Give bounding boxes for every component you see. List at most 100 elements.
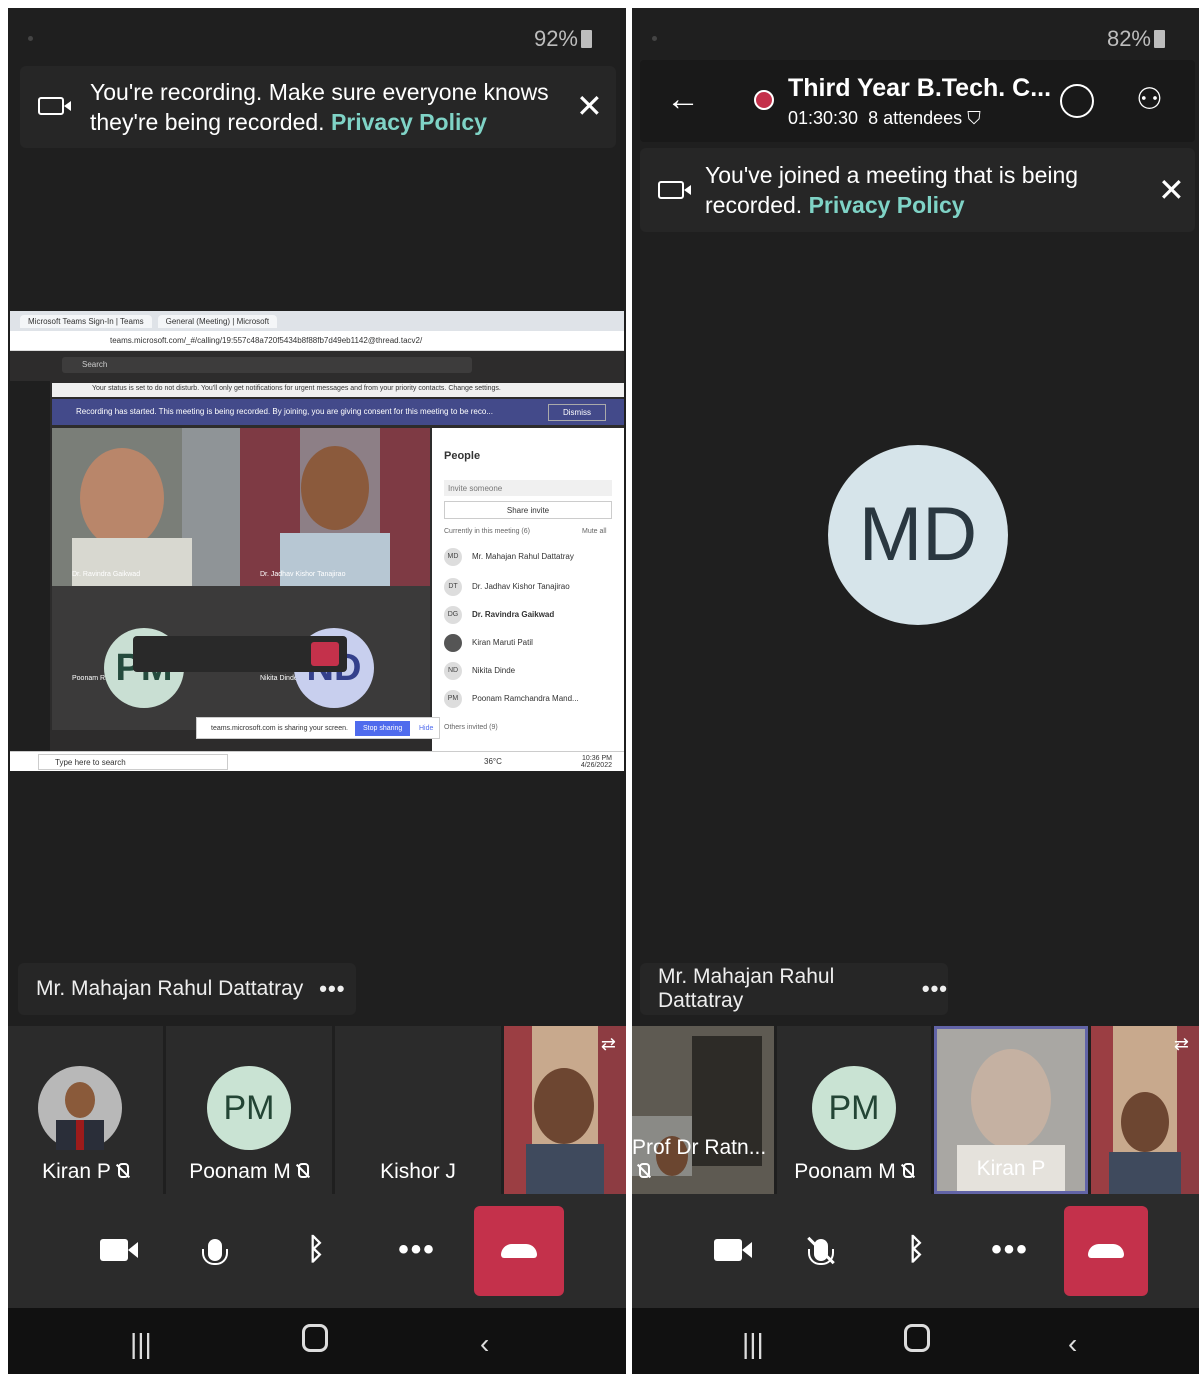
participant-name: Kiran P bbox=[976, 1157, 1046, 1180]
hang-up-button[interactable] bbox=[474, 1206, 564, 1296]
battery-status: 92% bbox=[534, 26, 592, 52]
hang-up-button[interactable] bbox=[311, 642, 339, 666]
battery-status: 82% bbox=[1107, 26, 1165, 52]
home-button[interactable] bbox=[302, 1324, 328, 1352]
phone-hangup-icon bbox=[1088, 1244, 1124, 1258]
taskbar-search[interactable]: Type here to search bbox=[38, 754, 228, 770]
bluetooth-button[interactable]: ᛒ bbox=[890, 1224, 942, 1276]
video-label: Nikita Dinde bbox=[260, 675, 298, 682]
clock: 10:36 PM 4/26/2022 bbox=[580, 755, 612, 769]
meeting-control-bar bbox=[133, 636, 347, 672]
self-video[interactable]: ⇄ bbox=[504, 1026, 626, 1194]
mic-button[interactable] bbox=[189, 1224, 241, 1276]
left-phone-screen: 92% You're recording. Make sure everyone… bbox=[8, 8, 626, 1374]
avatar: DG bbox=[444, 606, 462, 624]
share-invite-button[interactable]: Share invite bbox=[444, 501, 612, 519]
bluetooth-icon: ᛒ bbox=[307, 1233, 325, 1266]
participant-tile-active[interactable]: Kiran P bbox=[934, 1026, 1088, 1194]
home-button[interactable] bbox=[904, 1324, 930, 1352]
more-options-icon[interactable]: ••• bbox=[922, 976, 948, 1002]
mic-icon bbox=[202, 1239, 228, 1265]
main-speaker-avatar: MD bbox=[828, 445, 1008, 625]
shield-icon: ⛉ bbox=[967, 108, 981, 128]
dismiss-button[interactable]: Dismiss bbox=[548, 404, 606, 421]
avatar: DT bbox=[444, 578, 462, 596]
camera-icon bbox=[714, 1239, 752, 1261]
hang-up-button[interactable] bbox=[1064, 1206, 1148, 1296]
back-button[interactable]: ‹ bbox=[480, 1328, 489, 1360]
avatar: ND bbox=[444, 662, 462, 680]
avatar: PM bbox=[207, 1066, 291, 1150]
close-icon[interactable]: ✕ bbox=[1158, 174, 1185, 206]
stop-sharing-button[interactable]: Stop sharing bbox=[355, 721, 411, 736]
participant-name: Kiran P bbox=[8, 1160, 163, 1184]
mute-all-button[interactable]: Mute all bbox=[582, 528, 607, 535]
android-nav-bar: ||| ‹ bbox=[8, 1308, 626, 1374]
right-phone-screen: 82% ← Third Year B.Tech. C... 01:30:30 8… bbox=[632, 8, 1199, 1374]
bluetooth-icon: ᛒ bbox=[907, 1233, 925, 1266]
others-invited[interactable]: Others invited (9) bbox=[444, 724, 498, 731]
back-arrow-icon[interactable]: ← bbox=[666, 82, 700, 116]
more-options-icon[interactable]: ••• bbox=[319, 976, 345, 1002]
participant-tile[interactable]: PM Poonam M bbox=[166, 1026, 332, 1194]
people-icon[interactable]: ⚇ bbox=[1136, 82, 1163, 117]
participant-tile[interactable]: Kiran P bbox=[8, 1026, 163, 1194]
recording-banner: You've joined a meeting that is being re… bbox=[640, 148, 1195, 232]
temperature: 36°C bbox=[484, 757, 502, 766]
status-dot bbox=[28, 36, 33, 41]
active-speaker-label[interactable]: Mr. Mahajan Rahul Dattatray ••• bbox=[18, 963, 356, 1015]
participant-tile[interactable]: PM Poonam M bbox=[777, 1026, 931, 1194]
switch-camera-icon[interactable]: ⇄ bbox=[1174, 1034, 1189, 1055]
more-button[interactable]: ••• bbox=[984, 1224, 1036, 1276]
privacy-policy-link[interactable]: Privacy Policy bbox=[809, 192, 965, 218]
url-bar[interactable]: teams.microsoft.com/_#/calling/19:557c48… bbox=[10, 331, 624, 351]
more-icon: ••• bbox=[991, 1233, 1029, 1266]
recording-banner-text: You've joined a meeting that is being re… bbox=[705, 162, 1079, 218]
recording-indicator-icon bbox=[754, 90, 774, 110]
close-icon[interactable]: ✕ bbox=[576, 90, 603, 122]
avatar bbox=[444, 634, 462, 652]
person-video bbox=[52, 428, 240, 586]
video-camera-icon bbox=[658, 181, 691, 199]
teams-window: Search Your status is set to do not dist… bbox=[10, 351, 624, 751]
video-feed: Dr. Ravindra Gaikwad bbox=[52, 428, 240, 586]
camera-button[interactable] bbox=[702, 1224, 754, 1276]
browser-tab[interactable]: Microsoft Teams Sign-In | Teams bbox=[20, 314, 152, 328]
battery-icon bbox=[1154, 30, 1165, 48]
participant-tiles: Kiran P PM Poonam M Kishor J ⇄ bbox=[8, 1026, 626, 1194]
camera-button[interactable] bbox=[88, 1224, 140, 1276]
video-camera-icon bbox=[38, 97, 71, 115]
participant-tile[interactable]: Prof Dr Ratn... bbox=[632, 1026, 774, 1194]
current-participants-label: Currently in this meeting (6) bbox=[444, 528, 530, 535]
participant-name: Poonam M bbox=[166, 1160, 332, 1184]
active-speaker-label[interactable]: Mr. Mahajan Rahul Dattatray ••• bbox=[640, 963, 948, 1015]
mic-button[interactable] bbox=[795, 1224, 847, 1276]
teams-search[interactable]: Search bbox=[62, 357, 472, 373]
recents-button[interactable]: ||| bbox=[742, 1328, 764, 1360]
shared-screen: Microsoft Teams Sign-In | Teams General … bbox=[10, 311, 624, 771]
participant-tile[interactable]: Kishor J bbox=[335, 1026, 501, 1194]
browser-tab[interactable]: General (Meeting) | Microsoft bbox=[157, 314, 278, 328]
self-video[interactable]: ⇄ bbox=[1091, 1026, 1199, 1194]
call-controls: ᛒ ••• bbox=[632, 1194, 1199, 1308]
chat-icon[interactable] bbox=[1060, 84, 1094, 118]
hide-button[interactable]: Hide bbox=[419, 725, 433, 732]
recording-banner-text: You're recording. Make sure everyone kno… bbox=[90, 79, 549, 135]
back-button[interactable]: ‹ bbox=[1068, 1328, 1077, 1360]
avatar: MD bbox=[444, 548, 462, 566]
android-nav-bar: ||| ‹ bbox=[632, 1308, 1199, 1374]
meeting-meta: 01:30:30 8 attendees ⛉ bbox=[788, 108, 981, 128]
switch-camera-icon[interactable]: ⇄ bbox=[601, 1034, 616, 1055]
video-label: Dr. Jadhav Kishor Tanajirao bbox=[260, 571, 346, 578]
sharing-notice: teams.microsoft.com is sharing your scre… bbox=[196, 717, 440, 739]
recording-started-bar: Recording has started. This meeting is b… bbox=[52, 399, 624, 425]
mic-off-icon bbox=[636, 1163, 650, 1179]
mic-off-icon bbox=[295, 1163, 309, 1179]
windows-taskbar: Type here to search 36°C 10:36 PM 4/26/20… bbox=[10, 751, 624, 771]
bluetooth-button[interactable]: ᛒ bbox=[290, 1224, 342, 1276]
privacy-policy-link[interactable]: Privacy Policy bbox=[331, 109, 487, 135]
more-button[interactable]: ••• bbox=[391, 1224, 443, 1276]
invite-input[interactable]: Invite someone bbox=[444, 480, 612, 496]
recents-button[interactable]: ||| bbox=[130, 1328, 152, 1360]
meeting-header: ← Third Year B.Tech. C... 01:30:30 8 att… bbox=[640, 60, 1195, 142]
